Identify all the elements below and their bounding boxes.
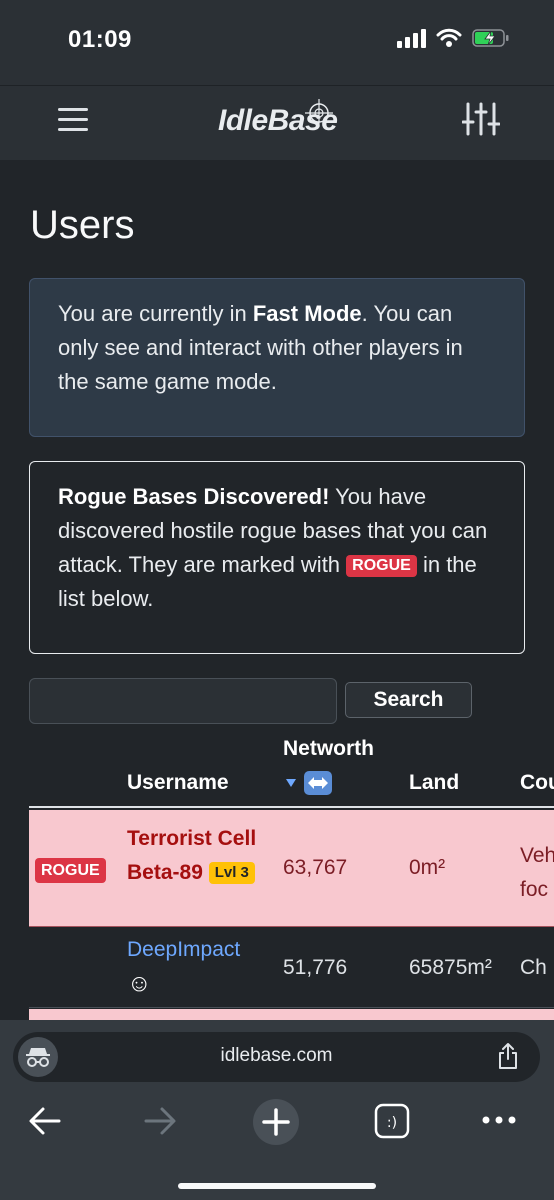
table-header: Username Networth Land Cou [29,726,554,808]
filter-sliders-icon[interactable] [462,102,500,136]
forward-arrow-icon[interactable] [143,1100,177,1142]
home-indicator [178,1183,376,1189]
table-row[interactable]: ROGUE Terrorist Cell Beta-89 Lvl 3 63,76… [29,810,554,927]
country-cell: Veh foc [520,844,554,901]
land-cell: 65875m² [409,956,492,979]
table-row[interactable]: DeepImpact ☺ 51,776 65875m² Ch [29,928,554,1008]
battery-charging-icon [472,29,509,47]
header-networth[interactable]: Networth [283,737,374,761]
crosshair-icon [305,99,333,127]
app-logo[interactable]: IdleBase [218,99,338,138]
new-tab-plus-icon[interactable] [252,1098,300,1146]
more-options-icon[interactable] [482,1115,516,1125]
networth-cell: 63,767 [283,856,348,879]
networth-cell: 51,776 [283,956,348,979]
rogue-bases-alert: Rogue Bases Discovered! You have discove… [29,461,525,654]
sort-descending-icon [286,779,296,787]
svg-text::): :) [387,1115,397,1131]
country-cell: Ch [520,956,547,979]
header-country[interactable]: Cou [520,771,554,795]
status-icons [396,28,510,48]
header-username[interactable]: Username [127,771,229,795]
rogue-badge: ROGUE [35,858,106,883]
game-mode-alert: You are currently in Fast Mode. You can … [29,278,525,437]
land-cell: 0m² [409,856,446,879]
alert-text-prefix: You are currently in [58,301,253,326]
tabs-icon[interactable]: :) [374,1103,410,1139]
smiley-icon: ☺ [127,970,152,997]
url-text: idlebase.com [220,1045,333,1066]
header-land[interactable]: Land [409,771,459,795]
left-right-arrow-icon [303,771,332,795]
status-bar: 01:09 [0,0,554,85]
search-button[interactable]: Search [345,682,472,718]
back-arrow-icon[interactable] [28,1100,62,1142]
hamburger-menu-icon[interactable] [58,108,88,132]
rogue-alert-heading: Rogue Bases Discovered! [58,484,330,509]
status-time: 01:09 [68,26,132,53]
wifi-icon [436,28,462,47]
signal-icon [397,29,426,48]
users-table: Username Networth Land Cou ROGUE Terrori… [29,726,554,1020]
page-title: Users [30,203,135,247]
rogue-badge: ROGUE [346,555,417,577]
search-input[interactable] [29,678,337,724]
networth-sort-indicator[interactable] [283,770,333,796]
share-icon[interactable] [496,1042,520,1070]
browser-toolbar: idlebase.com :) [0,1020,554,1200]
alert-mode-name: Fast Mode [252,301,362,326]
app-navbar: IdleBase [0,85,554,160]
level-badge: Lvl 3 [208,862,255,884]
table-row[interactable] [29,1009,554,1020]
address-bar[interactable]: idlebase.com [13,1032,540,1082]
username-link[interactable]: Terrorist Cell Beta-89 Lvl 3 [127,822,267,890]
username-link[interactable]: DeepImpact [127,938,240,962]
